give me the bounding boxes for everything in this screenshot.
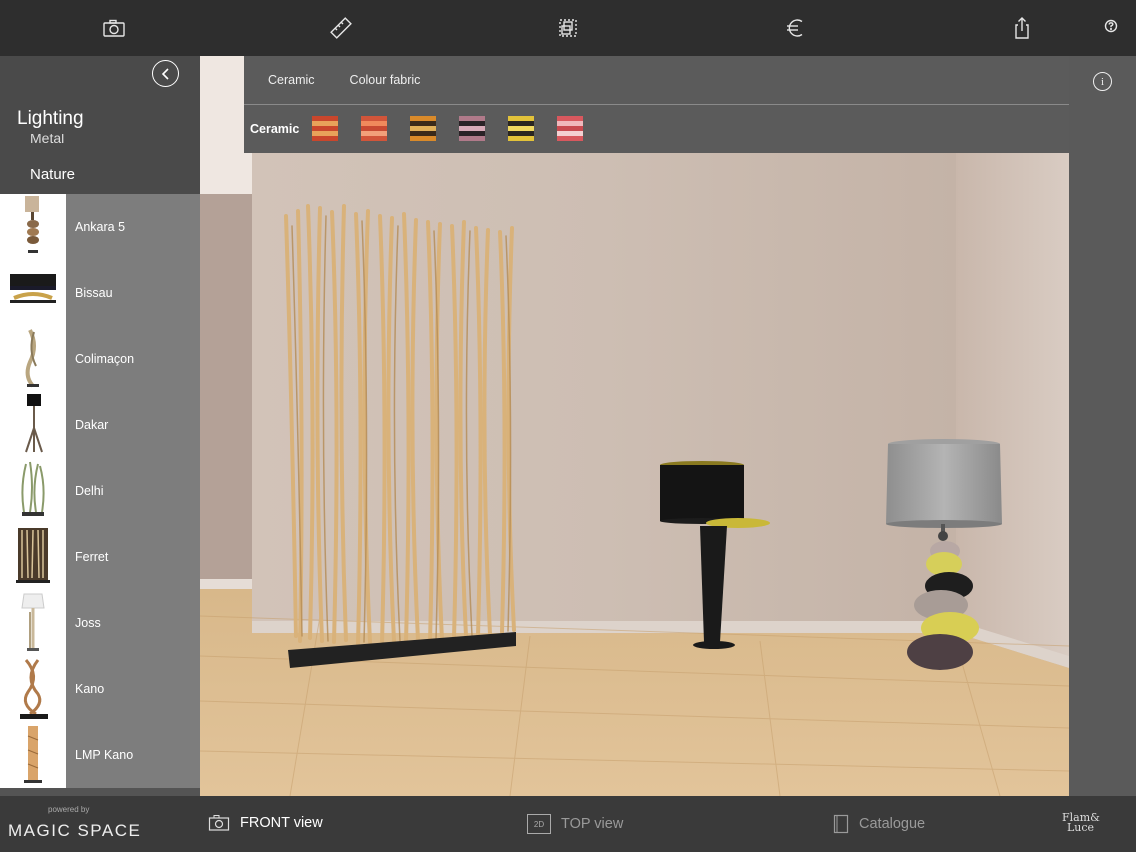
info-icon: i [1100, 75, 1105, 88]
ceramic-swatch-6[interactable] [557, 116, 583, 141]
tab-divider [244, 104, 1069, 105]
chevron-left-icon [161, 67, 169, 80]
right-margin [1069, 56, 1136, 796]
product-thumbnail [0, 656, 66, 722]
catalogue-button[interactable]: Catalogue [833, 814, 925, 834]
sidebar-title: Lighting [17, 108, 84, 129]
product-thumbnail [0, 590, 66, 656]
room-scene[interactable] [200, 56, 1069, 796]
top-view-2d-icon: 2D [527, 814, 551, 834]
book-icon [833, 814, 849, 834]
material-panel: Ceramic Colour fabric Ceramic i [244, 56, 1136, 153]
product-name: Bissau [75, 286, 113, 300]
powered-by-text: powered by [48, 805, 90, 814]
bottom-bar: powered by MAGIC SPACE FRONT view 2D TOP… [0, 796, 1136, 852]
share-icon[interactable] [1008, 14, 1036, 42]
product-thumbnail [0, 458, 66, 524]
help-icon[interactable] [1097, 12, 1125, 40]
room-render [200, 56, 1069, 796]
product-thumbnail [0, 194, 66, 260]
product-item-ferret[interactable]: Ferret [0, 524, 200, 590]
catalogue-label: Catalogue [859, 816, 926, 832]
euro-icon[interactable] [781, 14, 809, 42]
product-item-bissau[interactable]: Bissau [0, 260, 200, 326]
flam-luce-logo: Flam& Luce [1062, 812, 1100, 834]
sidebar-category-nature[interactable]: Nature [30, 166, 75, 183]
camera-icon [208, 815, 230, 831]
product-name: Joss [75, 616, 101, 630]
ceramic-swatch-1[interactable] [312, 116, 338, 141]
top-view-label: TOP view [561, 816, 624, 832]
ceramic-swatch-3[interactable] [410, 116, 436, 141]
logo-line-2: Luce [1067, 821, 1095, 834]
product-name: Dakar [75, 418, 109, 432]
product-name: Ankara 5 [75, 220, 126, 234]
front-view-label: FRONT view [240, 815, 323, 831]
product-thumbnail [0, 260, 66, 326]
camera-icon[interactable] [100, 14, 128, 42]
top-view-button[interactable]: 2D TOP view [527, 814, 623, 834]
product-item-ankara-5[interactable]: Ankara 5 [0, 194, 200, 260]
product-thumbnail [0, 326, 66, 392]
brand-logo: MAGIC SPACE [8, 821, 142, 840]
swatch-row [312, 116, 583, 141]
product-item-delhi[interactable]: Delhi [0, 458, 200, 524]
product-name: Ferret [75, 550, 109, 564]
tab-colour-fabric[interactable]: Colour fabric [350, 73, 421, 87]
ceramic-swatch-5[interactable] [508, 116, 534, 141]
product-name: Colimaçon [75, 352, 135, 366]
material-label: Ceramic [250, 122, 300, 136]
product-item-lmp-kano[interactable]: LMP Kano [0, 722, 200, 788]
ceramic-swatch-2[interactable] [361, 116, 387, 141]
front-view-button[interactable]: FRONT view [208, 814, 323, 832]
product-item-kano[interactable]: Kano [0, 656, 200, 722]
product-thumbnail [0, 524, 66, 590]
top-toolbar [0, 0, 1136, 56]
sidebar-header: Lighting Metal Nature [0, 56, 200, 194]
product-item-joss[interactable]: Joss [0, 590, 200, 656]
sidebar-category-metal[interactable]: Metal [30, 134, 64, 146]
product-name: LMP Kano [75, 748, 134, 762]
back-button[interactable] [152, 60, 179, 87]
ruler-icon[interactable] [327, 14, 355, 42]
ceramic-swatch-4[interactable] [459, 116, 485, 141]
product-name: Kano [75, 682, 105, 696]
catalog-sidebar: Lighting Metal Nature Ankara 5 Bissau Co… [0, 56, 200, 796]
product-list: Ankara 5 Bissau Colimaçon Dakar Delhi Fe… [0, 194, 200, 788]
material-tabs: Ceramic Colour fabric [268, 73, 420, 87]
tab-ceramic[interactable]: Ceramic [268, 73, 315, 87]
product-item-dakar[interactable]: Dakar [0, 392, 200, 458]
info-button[interactable]: i [1093, 72, 1112, 91]
product-thumbnail [0, 722, 66, 788]
layers-icon[interactable] [554, 14, 582, 42]
product-name: Delhi [75, 484, 104, 498]
product-thumbnail [0, 392, 66, 458]
product-item-colimacon[interactable]: Colimaçon [0, 326, 200, 392]
